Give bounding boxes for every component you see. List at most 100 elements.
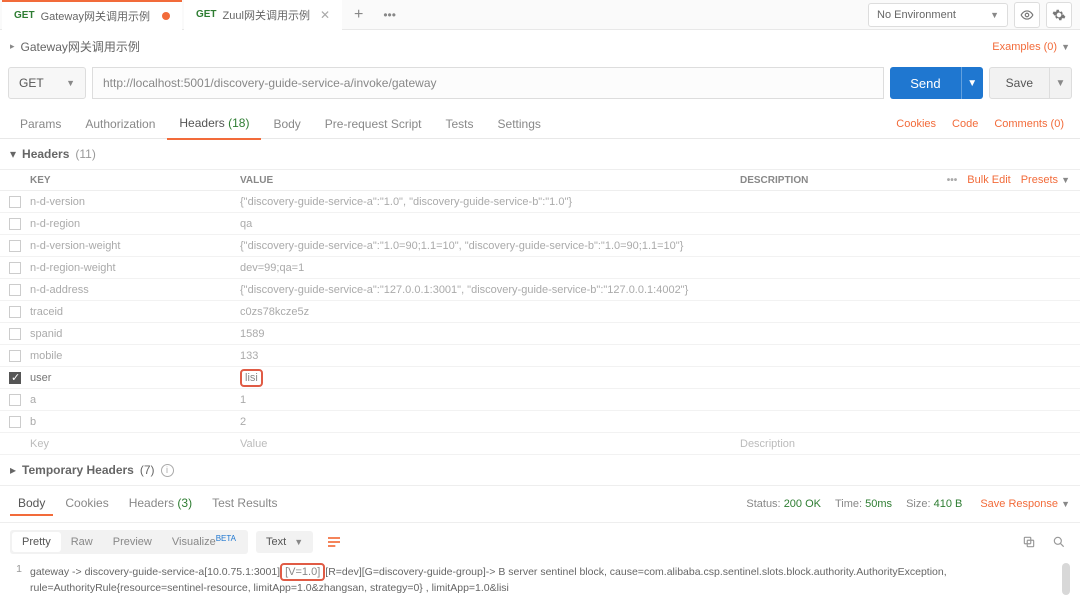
tab-menu-button[interactable]: ••• [375, 2, 404, 28]
send-dropdown[interactable]: ▼ [961, 67, 983, 99]
tab-prerequest[interactable]: Pre-request Script [313, 109, 434, 139]
resp-tab-cookies[interactable]: Cookies [57, 492, 116, 516]
language-dropdown[interactable]: Text ▼ [256, 531, 313, 553]
tab-settings[interactable]: Settings [486, 109, 553, 139]
resp-tab-tests[interactable]: Test Results [204, 492, 285, 516]
send-button[interactable]: Send [890, 67, 960, 99]
header-row[interactable]: userlisi [0, 367, 1080, 389]
seg-pretty[interactable]: Pretty [12, 532, 61, 552]
header-key[interactable]: n-d-version-weight [30, 240, 240, 252]
comments-link[interactable]: Comments (0) [986, 110, 1072, 138]
expand-toggle[interactable]: ▸ [10, 41, 15, 52]
headers-empty-row[interactable]: Key Value Description [0, 433, 1080, 455]
value-placeholder[interactable]: Value [240, 438, 740, 450]
checkbox[interactable] [9, 240, 21, 252]
desc-placeholder[interactable]: Description [740, 438, 1080, 450]
info-icon[interactable]: i [161, 464, 174, 477]
temp-headers-label: Temporary Headers [22, 463, 134, 477]
checkbox[interactable] [9, 416, 21, 428]
seg-raw[interactable]: Raw [61, 532, 103, 552]
header-value[interactable]: dev=99;qa=1 [240, 262, 740, 274]
bulk-edit-link[interactable]: Bulk Edit [967, 174, 1010, 186]
resp-tab-headers[interactable]: Headers (3) [121, 492, 200, 516]
header-value[interactable]: {"discovery-guide-service-a":"127.0.0.1:… [240, 284, 740, 296]
header-row[interactable]: traceidc0zs78kcze5z [0, 301, 1080, 323]
checkbox[interactable] [9, 372, 21, 384]
response-tabs: Body Cookies Headers (3) Test Results [10, 492, 285, 516]
header-value[interactable]: 133 [240, 350, 740, 362]
header-row[interactable]: mobile133 [0, 345, 1080, 367]
header-key[interactable]: spanid [30, 328, 240, 340]
tab-zuul-example[interactable]: GET Zuul网关调用示例 ✕ [184, 0, 342, 30]
tab-body[interactable]: Body [261, 109, 312, 139]
environment-dropdown[interactable]: No Environment ▼ [868, 3, 1008, 27]
header-key[interactable]: n-d-version [30, 196, 240, 208]
method-dropdown[interactable]: GET ▼ [8, 67, 86, 99]
presets-dropdown[interactable]: Presets ▼ [1021, 174, 1070, 186]
header-value[interactable]: 1589 [240, 328, 740, 340]
tab-tests[interactable]: Tests [434, 109, 486, 139]
header-key[interactable]: n-d-region-weight [30, 262, 240, 274]
header-key[interactable]: mobile [30, 350, 240, 362]
cookies-link[interactable]: Cookies [888, 110, 944, 138]
checkbox[interactable] [9, 284, 21, 296]
checkbox[interactable] [9, 350, 21, 362]
header-key[interactable]: a [30, 394, 240, 406]
header-value[interactable]: c0zs78kcze5z [240, 306, 740, 318]
tab-headers[interactable]: Headers (18) [167, 108, 261, 140]
checkbox[interactable] [9, 306, 21, 318]
header-value[interactable]: 2 [240, 416, 740, 428]
header-row[interactable]: n-d-regionqa [0, 213, 1080, 235]
more-icon[interactable]: ••• [947, 175, 958, 186]
code-link[interactable]: Code [944, 110, 986, 138]
add-tab-button[interactable]: + [344, 0, 373, 30]
header-row[interactable]: n-d-address{"discovery-guide-service-a":… [0, 279, 1080, 301]
header-key[interactable]: b [30, 416, 240, 428]
header-value[interactable]: 1 [240, 394, 740, 406]
response-body-text[interactable]: gateway -> discovery-guide-service-a[10.… [30, 563, 1058, 595]
header-key[interactable]: user [30, 372, 240, 384]
wrap-lines-button[interactable] [321, 529, 347, 555]
checkbox[interactable] [9, 262, 21, 274]
key-placeholder[interactable]: Key [30, 438, 240, 450]
header-value[interactable]: qa [240, 218, 740, 230]
tab-gateway-example[interactable]: GET Gateway网关调用示例 [2, 0, 182, 30]
checkbox[interactable] [9, 196, 21, 208]
header-value[interactable]: lisi [240, 369, 740, 387]
scrollbar[interactable] [1062, 563, 1070, 595]
header-key[interactable]: n-d-address [30, 284, 240, 296]
checkbox[interactable] [9, 218, 21, 230]
examples-dropdown[interactable]: Examples (0) ▼ [992, 41, 1070, 53]
header-row[interactable]: n-d-version-weight{"discovery-guide-serv… [0, 235, 1080, 257]
header-row[interactable]: b2 [0, 411, 1080, 433]
environment-quicklook-button[interactable] [1014, 2, 1040, 28]
chevron-down-icon: ▼ [66, 78, 75, 88]
headers-section-title[interactable]: ▾ Headers (11) [0, 139, 1080, 169]
tab-authorization[interactable]: Authorization [73, 109, 167, 139]
url-input[interactable] [92, 67, 884, 99]
tab-label: Gateway网关调用示例 [41, 8, 150, 24]
header-key[interactable]: traceid [30, 306, 240, 318]
header-value[interactable]: {"discovery-guide-service-a":"1.0", "dis… [240, 196, 740, 208]
seg-visualize[interactable]: VisualizeBETA [162, 532, 246, 552]
settings-button[interactable] [1046, 2, 1072, 28]
chevron-down-icon: ▼ [294, 537, 303, 547]
save-button[interactable]: Save [989, 67, 1050, 99]
copy-button[interactable] [1018, 531, 1040, 553]
header-row[interactable]: spanid1589 [0, 323, 1080, 345]
header-row[interactable]: n-d-version{"discovery-guide-service-a":… [0, 191, 1080, 213]
checkbox[interactable] [9, 328, 21, 340]
tab-params[interactable]: Params [8, 109, 73, 139]
search-button[interactable] [1048, 531, 1070, 553]
save-dropdown[interactable]: ▼ [1050, 67, 1072, 99]
header-value[interactable]: {"discovery-guide-service-a":"1.0=90;1.1… [240, 240, 740, 252]
temp-headers-row[interactable]: ▸ Temporary Headers (7) i [0, 455, 1080, 486]
checkbox[interactable] [9, 394, 21, 406]
save-response-dropdown[interactable]: Save Response ▼ [980, 498, 1070, 510]
header-row[interactable]: n-d-region-weightdev=99;qa=1 [0, 257, 1080, 279]
header-key[interactable]: n-d-region [30, 218, 240, 230]
close-icon[interactable]: ✕ [320, 8, 330, 22]
header-row[interactable]: a1 [0, 389, 1080, 411]
resp-tab-body[interactable]: Body [10, 492, 53, 516]
seg-preview[interactable]: Preview [103, 532, 162, 552]
